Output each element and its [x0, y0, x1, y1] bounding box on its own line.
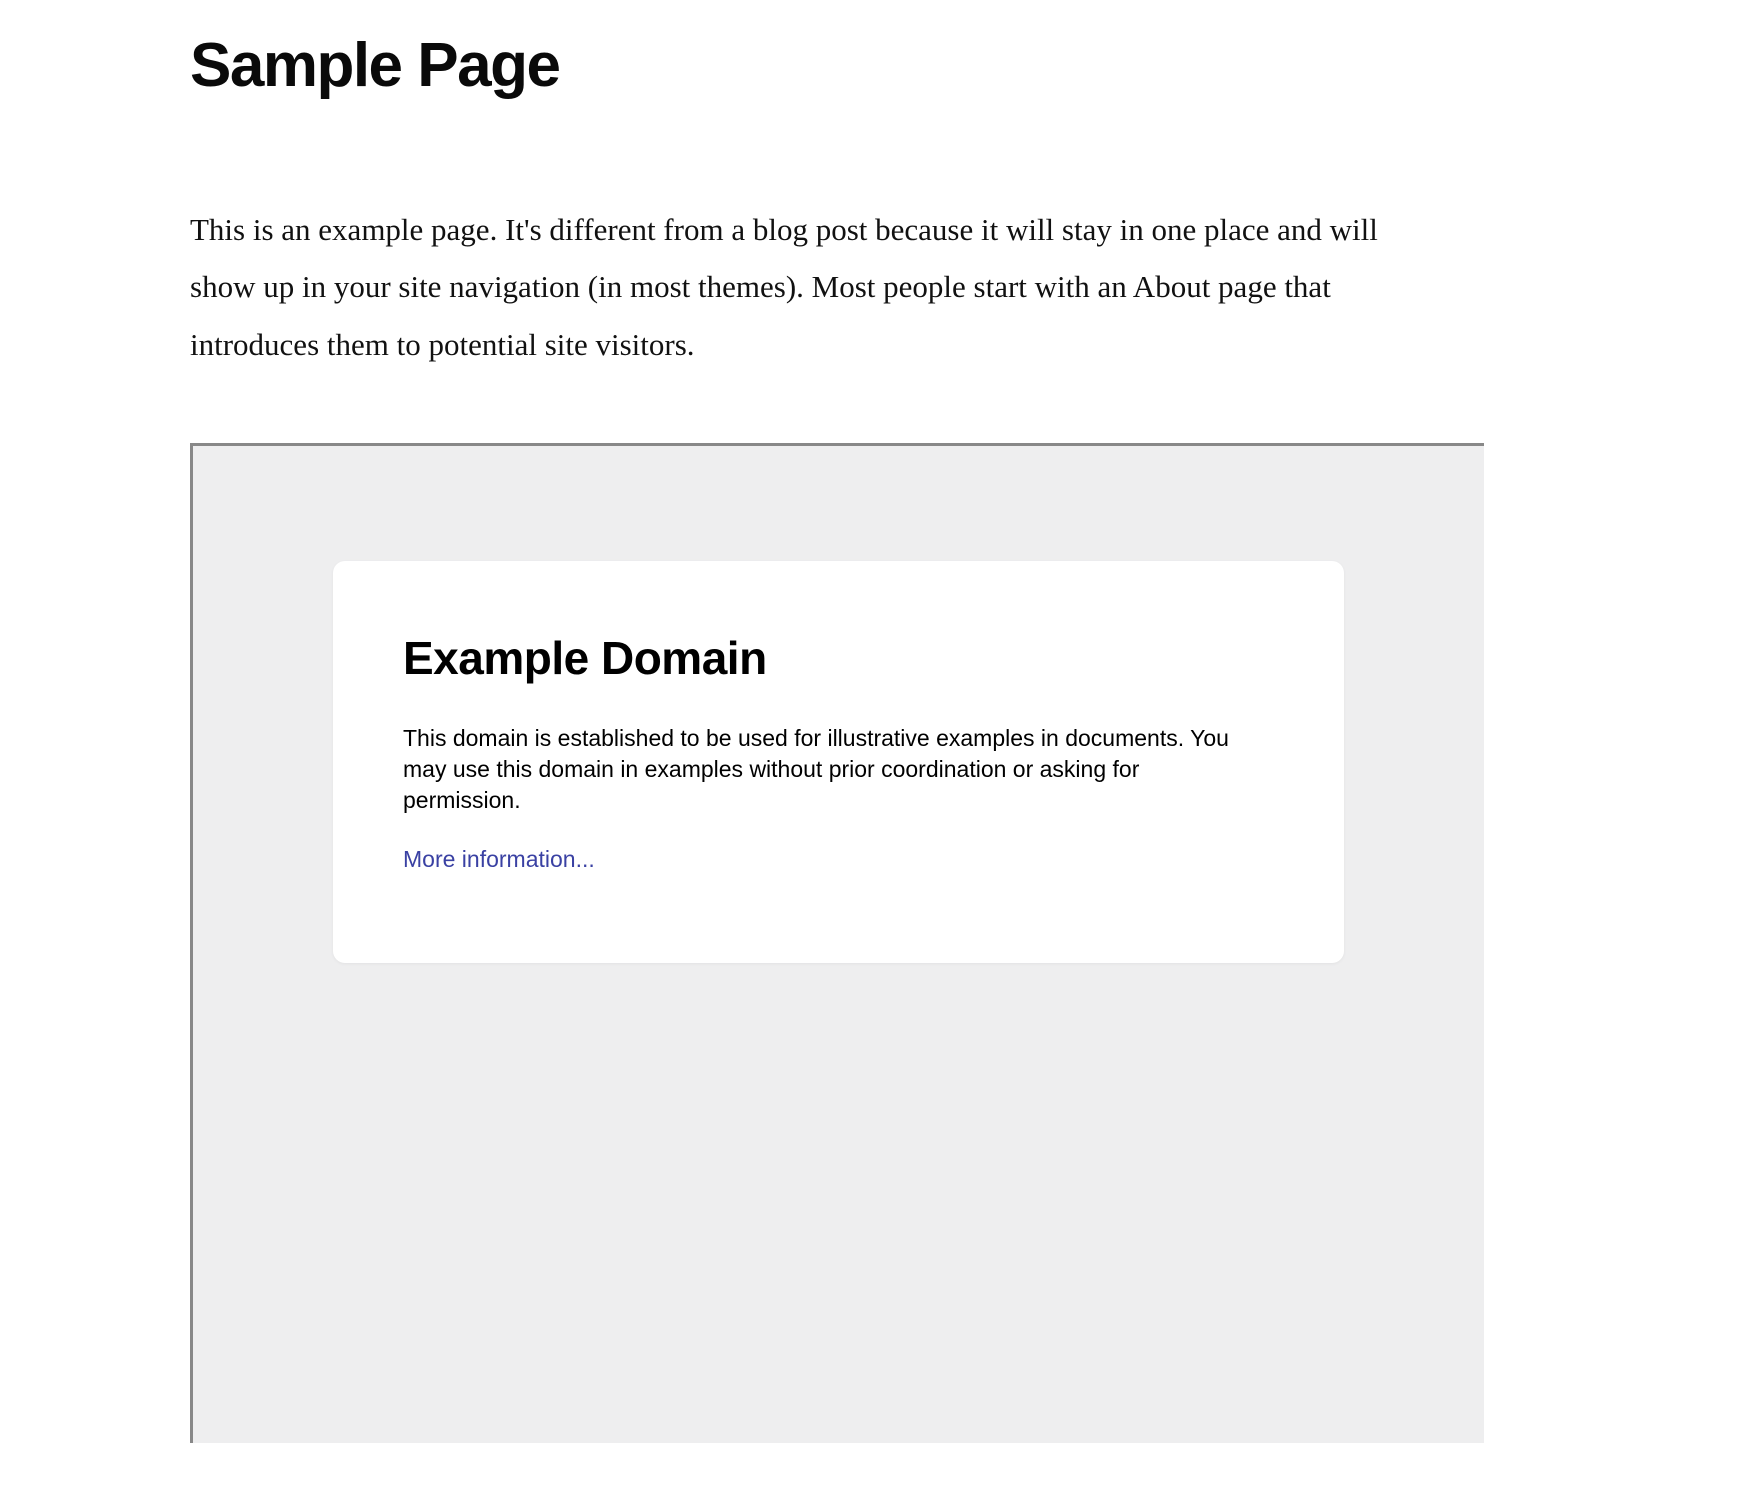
embedded-body-text: This domain is established to be used fo… — [403, 723, 1243, 816]
page-title: Sample Page — [190, 30, 1548, 101]
embedded-iframe: Example Domain This domain is establishe… — [190, 443, 1484, 1443]
example-domain-card: Example Domain This domain is establishe… — [333, 561, 1344, 963]
more-information-link[interactable]: More information... — [403, 846, 595, 872]
intro-paragraph: This is an example page. It's different … — [190, 201, 1450, 373]
embedded-title: Example Domain — [403, 631, 1274, 685]
